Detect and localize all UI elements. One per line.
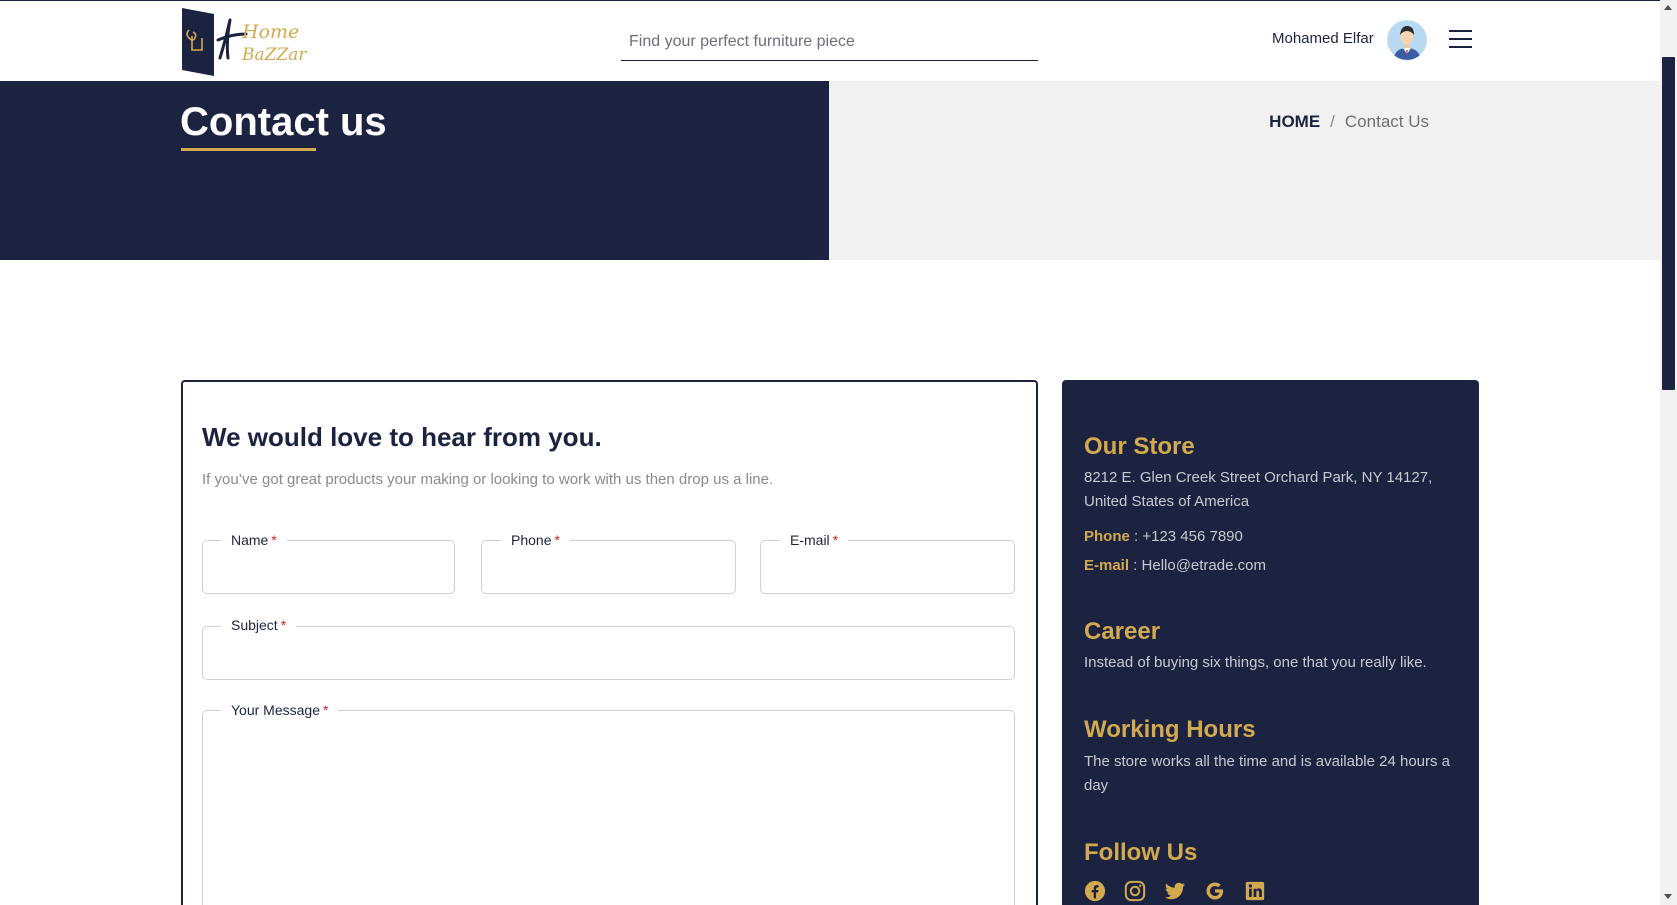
facebook-icon[interactable]	[1084, 880, 1106, 902]
instagram-icon[interactable]	[1124, 880, 1146, 902]
required-mark: *	[554, 532, 560, 548]
logo-text-home: Home	[241, 21, 299, 43]
name-input[interactable]	[203, 541, 454, 593]
phone-label: Phone *	[501, 532, 570, 548]
search-bar	[621, 23, 1038, 61]
message-textarea[interactable]	[203, 711, 1014, 905]
store-title: Our Store	[1084, 433, 1195, 460]
name-label: Name *	[221, 532, 287, 548]
follow-title: Follow Us	[1084, 839, 1198, 866]
message-field	[202, 710, 1015, 905]
email-label-text: E-mail	[1084, 557, 1130, 574]
required-mark: *	[832, 532, 839, 548]
required-mark: *	[271, 532, 277, 548]
menu-bar	[1449, 30, 1472, 32]
banner-dark-panel	[0, 81, 829, 260]
career-title: Career	[1084, 618, 1161, 645]
scrollbar-thumb[interactable]	[1662, 57, 1675, 390]
breadcrumb-home-link[interactable]: HOME	[1269, 112, 1320, 131]
form-subtitle: If you’ve got great products your making…	[202, 471, 774, 488]
scroll-up-arrow-icon[interactable]	[1664, 5, 1672, 10]
phone-field	[481, 540, 736, 594]
user-avatar[interactable]	[1387, 20, 1427, 60]
store-phone: Phone : +123 456 7890	[1084, 528, 1243, 545]
career-text: Instead of buying six things, one that y…	[1084, 654, 1427, 671]
email-value[interactable]: : Hello@etrade.com	[1129, 557, 1266, 574]
email-input[interactable]	[761, 541, 1014, 593]
page: Home BaZZar Mohamed Elfar	[0, 0, 1660, 905]
phone-value[interactable]: : +123 456 7890	[1130, 528, 1243, 545]
message-label: Your Message *	[221, 702, 339, 718]
breadcrumb-separator: /	[1330, 112, 1335, 131]
social-links	[1084, 880, 1266, 902]
breadcrumb-current: Contact Us	[1344, 112, 1429, 131]
email-field	[760, 540, 1015, 594]
subject-label: Subject *	[221, 617, 297, 633]
store-email: E-mail : Hello@etrade.com	[1084, 557, 1266, 574]
google-icon[interactable]	[1204, 880, 1226, 902]
user-name[interactable]: Mohamed Elfar	[1272, 30, 1374, 47]
breadcrumb: HOME / Contact Us	[1269, 112, 1429, 132]
scroll-down-arrow-icon[interactable]	[1664, 894, 1672, 899]
hours-title: Working Hours	[1084, 716, 1256, 743]
page-scrollbar[interactable]	[1660, 0, 1677, 905]
logo-text-bazzar: BaZZar	[241, 45, 307, 65]
hamburger-menu-button[interactable]	[1449, 28, 1473, 50]
linkedin-icon[interactable]	[1244, 880, 1266, 902]
name-field	[202, 540, 455, 594]
title-underline	[181, 148, 316, 151]
subject-input[interactable]	[203, 627, 1014, 679]
hours-text: The store works all the time and is avai…	[1084, 753, 1451, 794]
site-header: Home BaZZar Mohamed Elfar	[0, 0, 1660, 80]
banner-light-panel	[829, 81, 1660, 260]
form-heading: We would love to hear from you.	[202, 422, 602, 452]
site-logo[interactable]: Home BaZZar	[180, 6, 322, 78]
menu-bar	[1449, 46, 1472, 48]
required-mark: *	[280, 617, 287, 633]
phone-label-text: Phone	[1084, 528, 1130, 545]
menu-bar	[1449, 38, 1472, 40]
search-input[interactable]	[621, 23, 1038, 60]
email-label: E-mail *	[780, 532, 849, 548]
store-address: 8212 E. Glen Creek Street Orchard Park, …	[1084, 469, 1433, 510]
phone-input[interactable]	[482, 541, 735, 593]
page-title: Contact us	[180, 100, 387, 144]
required-mark: *	[322, 702, 329, 718]
subject-field	[202, 626, 1015, 680]
twitter-icon[interactable]	[1164, 880, 1186, 902]
